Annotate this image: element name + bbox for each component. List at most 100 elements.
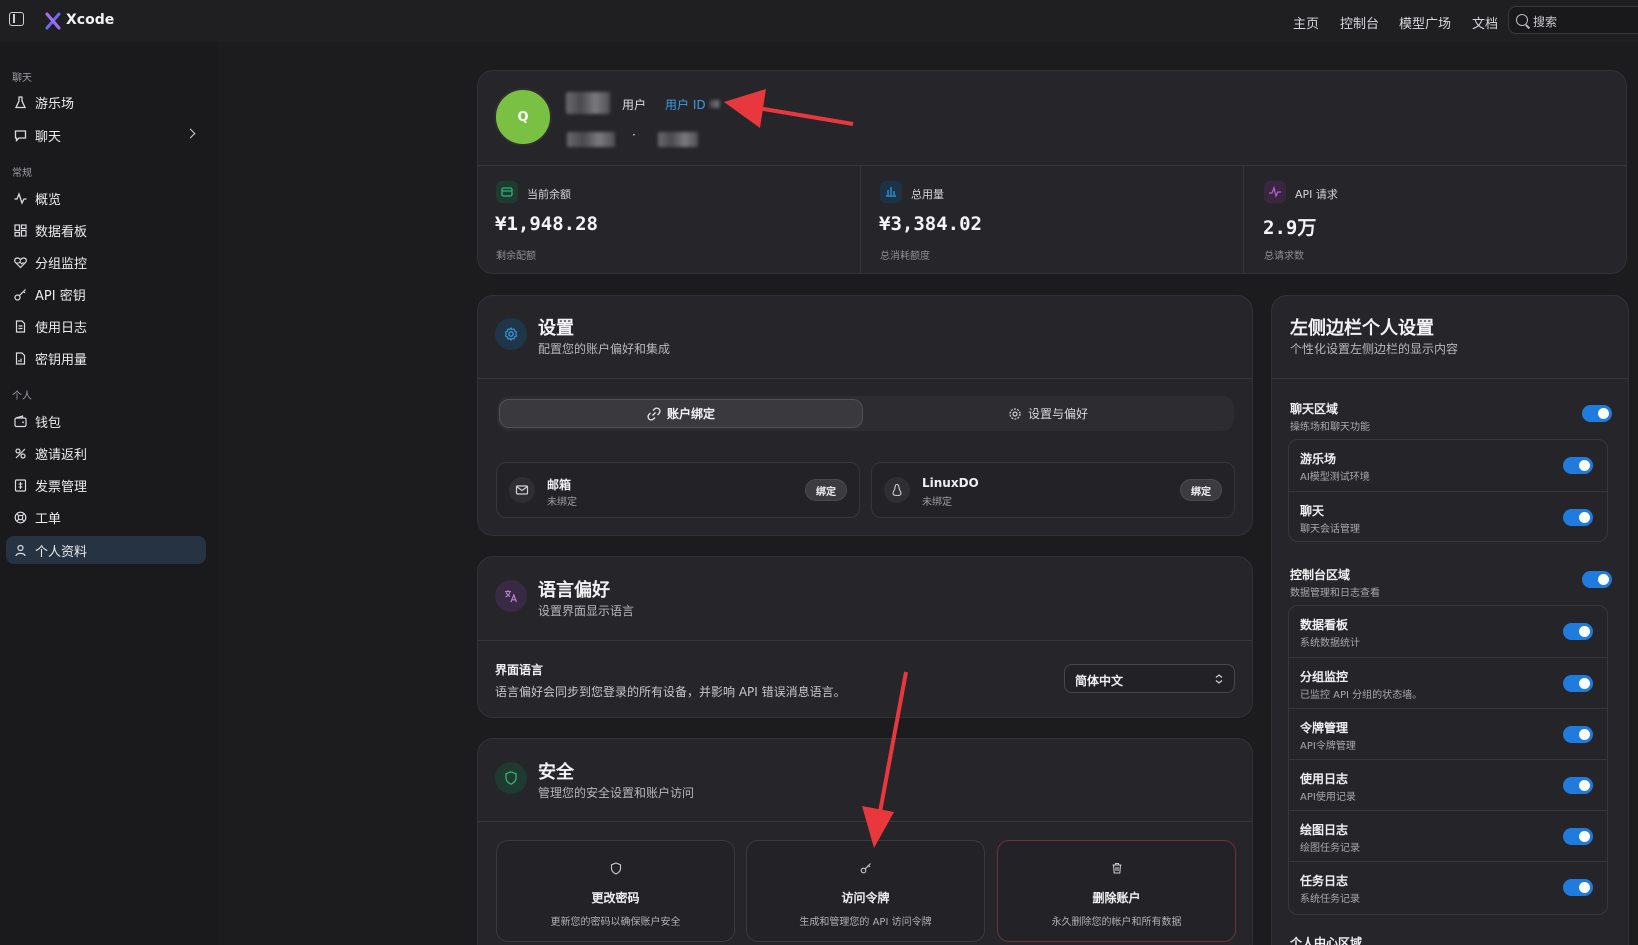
binding-name: LinuxDO: [922, 476, 979, 490]
list-item: 数据看板 系统数据统计: [1289, 606, 1607, 658]
user-icon: [15, 544, 26, 556]
sidebar-item-api-keys[interactable]: API 密钥: [6, 280, 206, 308]
search-icon: [1516, 14, 1528, 26]
sidebar-item-ticket[interactable]: 工单: [6, 503, 206, 531]
heart-monitor-icon: [14, 256, 27, 268]
list-item: 令牌管理 API令牌管理: [1289, 708, 1607, 760]
access-token-card[interactable]: 访问令牌 生成和管理您的 API 访问令牌: [746, 840, 985, 942]
item-name: 使用日志: [1300, 772, 1349, 786]
nav-home[interactable]: 主页: [1293, 13, 1319, 32]
sidebar-item-label: 钱包: [35, 415, 62, 431]
group-sub-chat: 操练场和聊天功能: [1290, 422, 1370, 433]
console-area-items: 数据看板 系统数据统计 分组监控 已监控 API 分组的状态墙。 令牌管理 AP…: [1288, 605, 1608, 915]
toggle-task-log[interactable]: [1563, 879, 1593, 896]
bar-chart-icon: [880, 181, 902, 203]
item-name: 数据看板: [1300, 618, 1349, 632]
sidebar-item-dashboard[interactable]: 数据看板: [6, 216, 206, 244]
tab-account-binding[interactable]: 账户绑定: [499, 399, 863, 428]
nav-console[interactable]: 控制台: [1340, 13, 1379, 32]
sidebar-item-invoice[interactable]: 发票管理: [6, 471, 206, 499]
security-card-desc: 更新您的密码以确保账户安全: [550, 917, 681, 928]
settings-divider: [478, 378, 1252, 379]
binding-status: 未绑定: [547, 497, 577, 508]
binding-linuxdo: LinuxDO 未绑定 绑定: [871, 462, 1235, 518]
toggle-token-management[interactable]: [1563, 726, 1593, 743]
stat-label-total-usage: 总用量: [911, 188, 944, 201]
sidebar-toggle-icon[interactable]: [9, 12, 24, 26]
toggle-playground[interactable]: [1563, 457, 1593, 474]
brand-name[interactable]: Xcode: [66, 12, 114, 28]
language-divider: [478, 640, 1252, 641]
sidebar-item-profile[interactable]: 个人资料: [6, 536, 206, 564]
toggle-console-area[interactable]: [1582, 571, 1612, 588]
stat-divider: [860, 166, 861, 273]
stat-label-balance: 当前余额: [527, 188, 571, 201]
user-id-redacted: [710, 100, 720, 108]
chevron-right-icon[interactable]: [185, 128, 196, 139]
activity-icon: [14, 191, 27, 205]
security-card-title: 删除账户: [1092, 891, 1141, 905]
sidebar-item-group-monitor[interactable]: 分组监控: [6, 248, 206, 276]
wallet-icon: [496, 181, 518, 203]
gear-icon: [495, 318, 527, 350]
sidebar-item-key-usage[interactable]: 密钥用量: [6, 344, 206, 372]
toggle-dashboard[interactable]: [1563, 623, 1593, 640]
wallet-icon: [14, 414, 27, 427]
stat-sub-api-requests: 总请求数: [1264, 251, 1304, 262]
user-id-link[interactable]: 用户 ID: [665, 96, 706, 113]
sidebar-item-overview[interactable]: 概览: [6, 184, 206, 212]
toggle-chat[interactable]: [1563, 509, 1593, 526]
stat-value-api-requests: 2.9万: [1263, 217, 1317, 239]
sidebar-item-label: 游乐场: [35, 96, 75, 112]
profile-separator: ·: [632, 128, 636, 142]
sidebar-settings-divider: [1272, 378, 1628, 379]
search-input[interactable]: 搜索: [1508, 6, 1638, 34]
list-item: 聊天 聊天会话管理: [1289, 491, 1607, 543]
group-title-personal-center: 个人中心区域: [1290, 936, 1363, 945]
tab-label: 设置与偏好: [1027, 407, 1088, 421]
change-password-card[interactable]: 更改密码 更新您的密码以确保账户安全: [496, 840, 735, 942]
bind-linuxdo-button[interactable]: 绑定: [1180, 479, 1222, 501]
list-item: 游乐场 AI模型测试环境: [1289, 440, 1607, 492]
stat-value-balance: ¥1,948.28: [495, 213, 598, 235]
pulse-icon: [1264, 181, 1286, 203]
bind-email-button[interactable]: 绑定: [805, 479, 847, 501]
sidebar-item-referral[interactable]: 邀请返利: [6, 439, 206, 467]
list-item: 任务日志 系统任务记录: [1289, 861, 1607, 913]
language-select[interactable]: 简体中文: [1064, 664, 1235, 693]
toggle-drawing-log[interactable]: [1563, 828, 1593, 845]
list-item: 使用日志 API使用记录: [1289, 759, 1607, 811]
security-title: 安全: [538, 762, 574, 783]
tab-settings-preferences[interactable]: 设置与偏好: [865, 399, 1231, 428]
trash-icon: [1109, 860, 1125, 876]
toggle-usage-log[interactable]: [1563, 777, 1593, 794]
item-desc: 绘图任务记录: [1300, 843, 1360, 854]
stat-sub-total-usage: 总消耗额度: [880, 251, 930, 262]
group-sub-console: 数据管理和日志查看: [1290, 588, 1380, 599]
group-title-console: 控制台区域: [1290, 568, 1351, 582]
sidebar-item-label: API 密钥: [35, 288, 86, 304]
list-item: 分组监控 已监控 API 分组的状态墙。: [1289, 657, 1607, 709]
settings-title: 设置: [538, 318, 574, 339]
security-card-title: 更改密码: [591, 891, 640, 905]
stat-divider: [1243, 166, 1244, 273]
nav-model-plaza[interactable]: 模型广场: [1399, 13, 1451, 32]
mail-icon: [509, 477, 535, 503]
toggle-chat-area[interactable]: [1582, 405, 1612, 422]
item-desc: 系统任务记录: [1300, 894, 1360, 905]
invoice-icon: [14, 478, 27, 492]
binding-status: 未绑定: [922, 497, 952, 508]
item-name: 绘图日志: [1300, 823, 1349, 837]
user-role: 用户: [622, 98, 647, 112]
sidebar-item-wallet[interactable]: 钱包: [6, 407, 206, 435]
username-redacted: [566, 92, 610, 114]
delete-account-card[interactable]: 删除账户 永久删除您的帐户和所有数据: [997, 840, 1236, 942]
tab-label: 账户绑定: [666, 407, 715, 421]
nav-docs[interactable]: 文档: [1472, 13, 1498, 32]
sidebar-item-chat[interactable]: 聊天: [6, 121, 206, 149]
security-divider: [478, 821, 1252, 822]
chat-area-items: 游乐场 AI模型测试环境 聊天 聊天会话管理: [1288, 439, 1608, 542]
sidebar-item-usage-log[interactable]: 使用日志: [6, 312, 206, 340]
toggle-group-monitor[interactable]: [1563, 675, 1593, 692]
sidebar-item-playground[interactable]: 游乐场: [6, 88, 206, 116]
